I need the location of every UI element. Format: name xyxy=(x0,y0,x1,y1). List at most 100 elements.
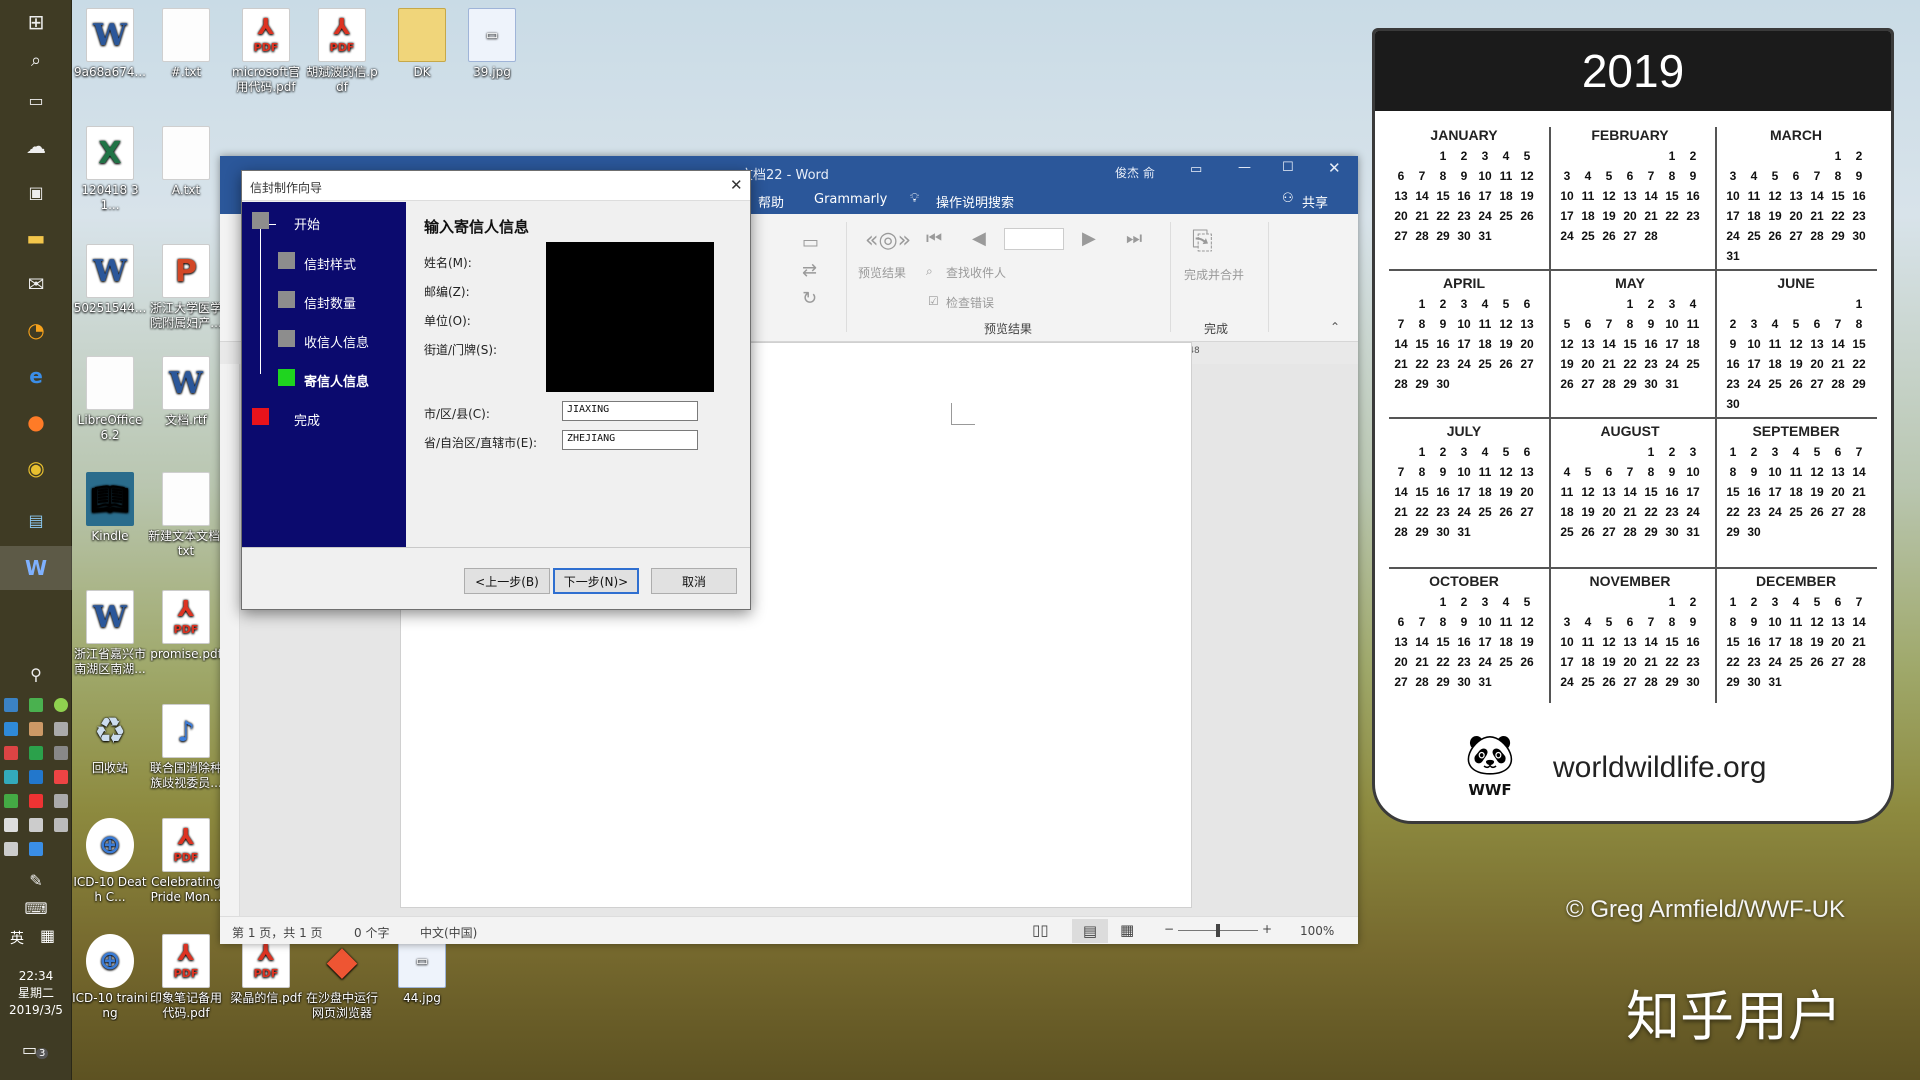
step-envelope-style[interactable]: 信封样式 xyxy=(304,254,356,273)
ribbon-display-options-icon[interactable]: ▭ xyxy=(1190,162,1202,177)
language[interactable]: 中文(中国) xyxy=(420,924,477,941)
tray-app-icon[interactable] xyxy=(54,794,68,808)
desktop-icon[interactable]: ▭ 44.jpg xyxy=(384,934,460,1006)
cancel-button[interactable]: 取消 xyxy=(651,568,737,594)
desktop-icon[interactable]: 新建文本文档.txt xyxy=(148,472,224,559)
firefox-icon[interactable]: ● xyxy=(0,400,72,444)
clock[interactable]: 22:34 星期二 2019/3/5 xyxy=(0,968,72,1019)
desktop-icon[interactable]: W 9a68a674... xyxy=(72,8,148,80)
desktop-icon[interactable]: ⅄ PDF 印象笔记备用代码.pdf xyxy=(148,934,224,1021)
keyboard-icon[interactable]: ⌨ xyxy=(0,886,72,930)
desktop-icon[interactable]: 📖︎ Kindle xyxy=(72,472,148,544)
close-icon[interactable]: ✕ xyxy=(730,176,743,194)
finish-merge-icon[interactable]: ⎘ xyxy=(1192,226,1213,257)
ime-indicator[interactable]: 英 xyxy=(10,928,24,948)
word-taskbar-icon[interactable]: W xyxy=(0,546,72,590)
tray-app-icon[interactable] xyxy=(29,722,43,736)
desktop-icon[interactable]: ⅄ PDF 梁晶的信.pdf xyxy=(228,934,304,1006)
network-icon[interactable] xyxy=(54,818,68,832)
tab-help[interactable]: 帮助 xyxy=(758,192,784,211)
desktop-icon[interactable]: DK xyxy=(384,8,460,80)
vertical-ruler[interactable] xyxy=(220,364,240,916)
close-icon[interactable]: ✕ xyxy=(1328,159,1341,177)
bluetooth-icon[interactable] xyxy=(29,842,43,856)
desktop-icon[interactable]: ♻ 回收站 xyxy=(72,704,148,776)
back-button[interactable]: <上一步(B) xyxy=(464,568,550,594)
page-count[interactable]: 第 1 页，共 1 页 xyxy=(232,924,323,941)
minimize-icon[interactable]: — xyxy=(1238,160,1251,175)
zoom-level[interactable]: 100% xyxy=(1300,924,1334,938)
edge-browser-icon[interactable]: e xyxy=(0,354,72,398)
share-button[interactable]: 共享 xyxy=(1302,192,1328,211)
zoom-in-icon[interactable]: + xyxy=(1262,922,1272,936)
step-envelope-count[interactable]: 信封数量 xyxy=(304,293,356,312)
chrome-icon[interactable]: ◉ xyxy=(0,446,72,490)
wizard-titlebar[interactable]: 信封制作向导 ✕ xyxy=(242,171,750,201)
tray-app-icon[interactable] xyxy=(4,746,18,760)
find-recipient-button[interactable]: 查找收件人 xyxy=(946,264,1006,281)
tray-app-icon[interactable] xyxy=(54,746,68,760)
mail-icon[interactable]: ✉ xyxy=(0,262,72,306)
desktop-icon[interactable]: ◆ 在沙盘中运行网页浏览器 xyxy=(304,934,380,1021)
desktop-icon[interactable]: X 120418 31... xyxy=(72,126,148,213)
task-view-icon[interactable]: ▭ xyxy=(0,78,72,122)
step-recipient-info[interactable]: 收信人信息 xyxy=(304,332,369,351)
print-layout-icon[interactable]: ▤ xyxy=(1072,919,1108,943)
tray-app-icon[interactable] xyxy=(29,698,43,712)
desktop-icon[interactable]: ⅄ PDF promise.pdf xyxy=(148,590,224,662)
search-icon[interactable]: ⌕ xyxy=(0,38,72,82)
next-button[interactable]: 下一步(N)> xyxy=(553,568,639,594)
preview-results-icon[interactable]: «◎» xyxy=(865,228,911,253)
volume-icon[interactable] xyxy=(4,842,18,856)
collapse-ribbon-icon[interactable]: ⌃ xyxy=(1330,320,1340,334)
tray-app-icon[interactable] xyxy=(4,794,18,808)
desktop-icon[interactable]: W 文档.rtf xyxy=(148,356,224,428)
tray-app-icon[interactable] xyxy=(54,770,68,784)
next-record-icon[interactable]: ▶ xyxy=(1082,228,1096,249)
update-labels-icon[interactable]: ↻ xyxy=(802,288,817,309)
step-finish[interactable]: 完成 xyxy=(294,410,320,429)
first-record-icon[interactable]: ⏮ xyxy=(926,228,942,249)
tray-app-icon[interactable] xyxy=(54,698,68,712)
province-input[interactable]: ZHEJIANG xyxy=(562,430,698,450)
finish-merge-button[interactable]: 完成并合并 xyxy=(1184,266,1244,283)
zoom-out-icon[interactable]: − xyxy=(1164,922,1174,936)
zoom-slider-thumb[interactable] xyxy=(1216,924,1220,937)
weather-app-icon[interactable]: ☁ xyxy=(0,124,72,168)
last-record-icon[interactable]: ⏭ xyxy=(1126,228,1142,249)
tray-shield-icon[interactable] xyxy=(4,722,18,736)
desktop-icon[interactable]: W 50251544... xyxy=(72,244,148,316)
tray-app-icon[interactable] xyxy=(4,770,18,784)
web-layout-icon[interactable]: ▦ xyxy=(1120,921,1134,939)
match-fields-icon[interactable]: ⇄ xyxy=(802,260,817,281)
desktop-icon[interactable]: ⊕ ICD-10 training xyxy=(72,934,148,1021)
tray-app-icon[interactable] xyxy=(29,794,43,808)
previous-record-icon[interactable]: ◀ xyxy=(972,228,986,249)
file-explorer-icon[interactable]: ▬ xyxy=(0,216,72,260)
desktop-icon[interactable]: ⅄ PDF Celebrating Pride Mon... xyxy=(148,818,224,905)
desktop-icon[interactable]: ⅄ PDF 胡斌波的信.pdf xyxy=(304,8,380,95)
tab-grammarly[interactable]: Grammarly xyxy=(814,192,887,207)
word-count[interactable]: 0 个字 xyxy=(354,924,389,941)
tray-app-icon[interactable] xyxy=(29,746,43,760)
remote-desktop-icon[interactable]: ▤ xyxy=(0,498,72,542)
city-input[interactable]: JIAXING xyxy=(562,401,698,421)
ime-mode-icon[interactable]: ▦ xyxy=(40,926,55,945)
check-errors-button[interactable]: 检查错误 xyxy=(946,294,994,311)
record-number-input[interactable] xyxy=(1004,228,1064,250)
tray-app-icon[interactable] xyxy=(29,770,43,784)
step-sender-info[interactable]: 寄信人信息 xyxy=(304,371,369,390)
desktop-icon[interactable]: W 浙江省嘉兴市南湖区南湖... xyxy=(72,590,148,677)
onedrive-icon[interactable] xyxy=(4,818,18,832)
read-mode-icon[interactable]: ▯▯ xyxy=(1032,921,1049,939)
action-center-icon[interactable]: ▭ 3 xyxy=(22,1040,49,1062)
desktop-icon[interactable]: #.txt xyxy=(148,8,224,80)
desktop-icon[interactable]: LibreOffice 6.2 xyxy=(72,356,148,443)
desktop-icon[interactable]: ⊕ ICD-10 Death C... xyxy=(72,818,148,905)
desktop-icon[interactable]: ⅄ PDF microsoft官用代码.pdf xyxy=(228,8,304,95)
desktop-icon[interactable]: P 浙江大学医学院附属妇产... xyxy=(148,244,224,331)
desktop-icon[interactable]: ▭ 39.jpg xyxy=(454,8,530,80)
tray-app-icon[interactable] xyxy=(4,698,18,712)
people-icon[interactable]: ⚲ xyxy=(0,652,72,696)
maximize-icon[interactable]: ☐ xyxy=(1282,160,1294,175)
